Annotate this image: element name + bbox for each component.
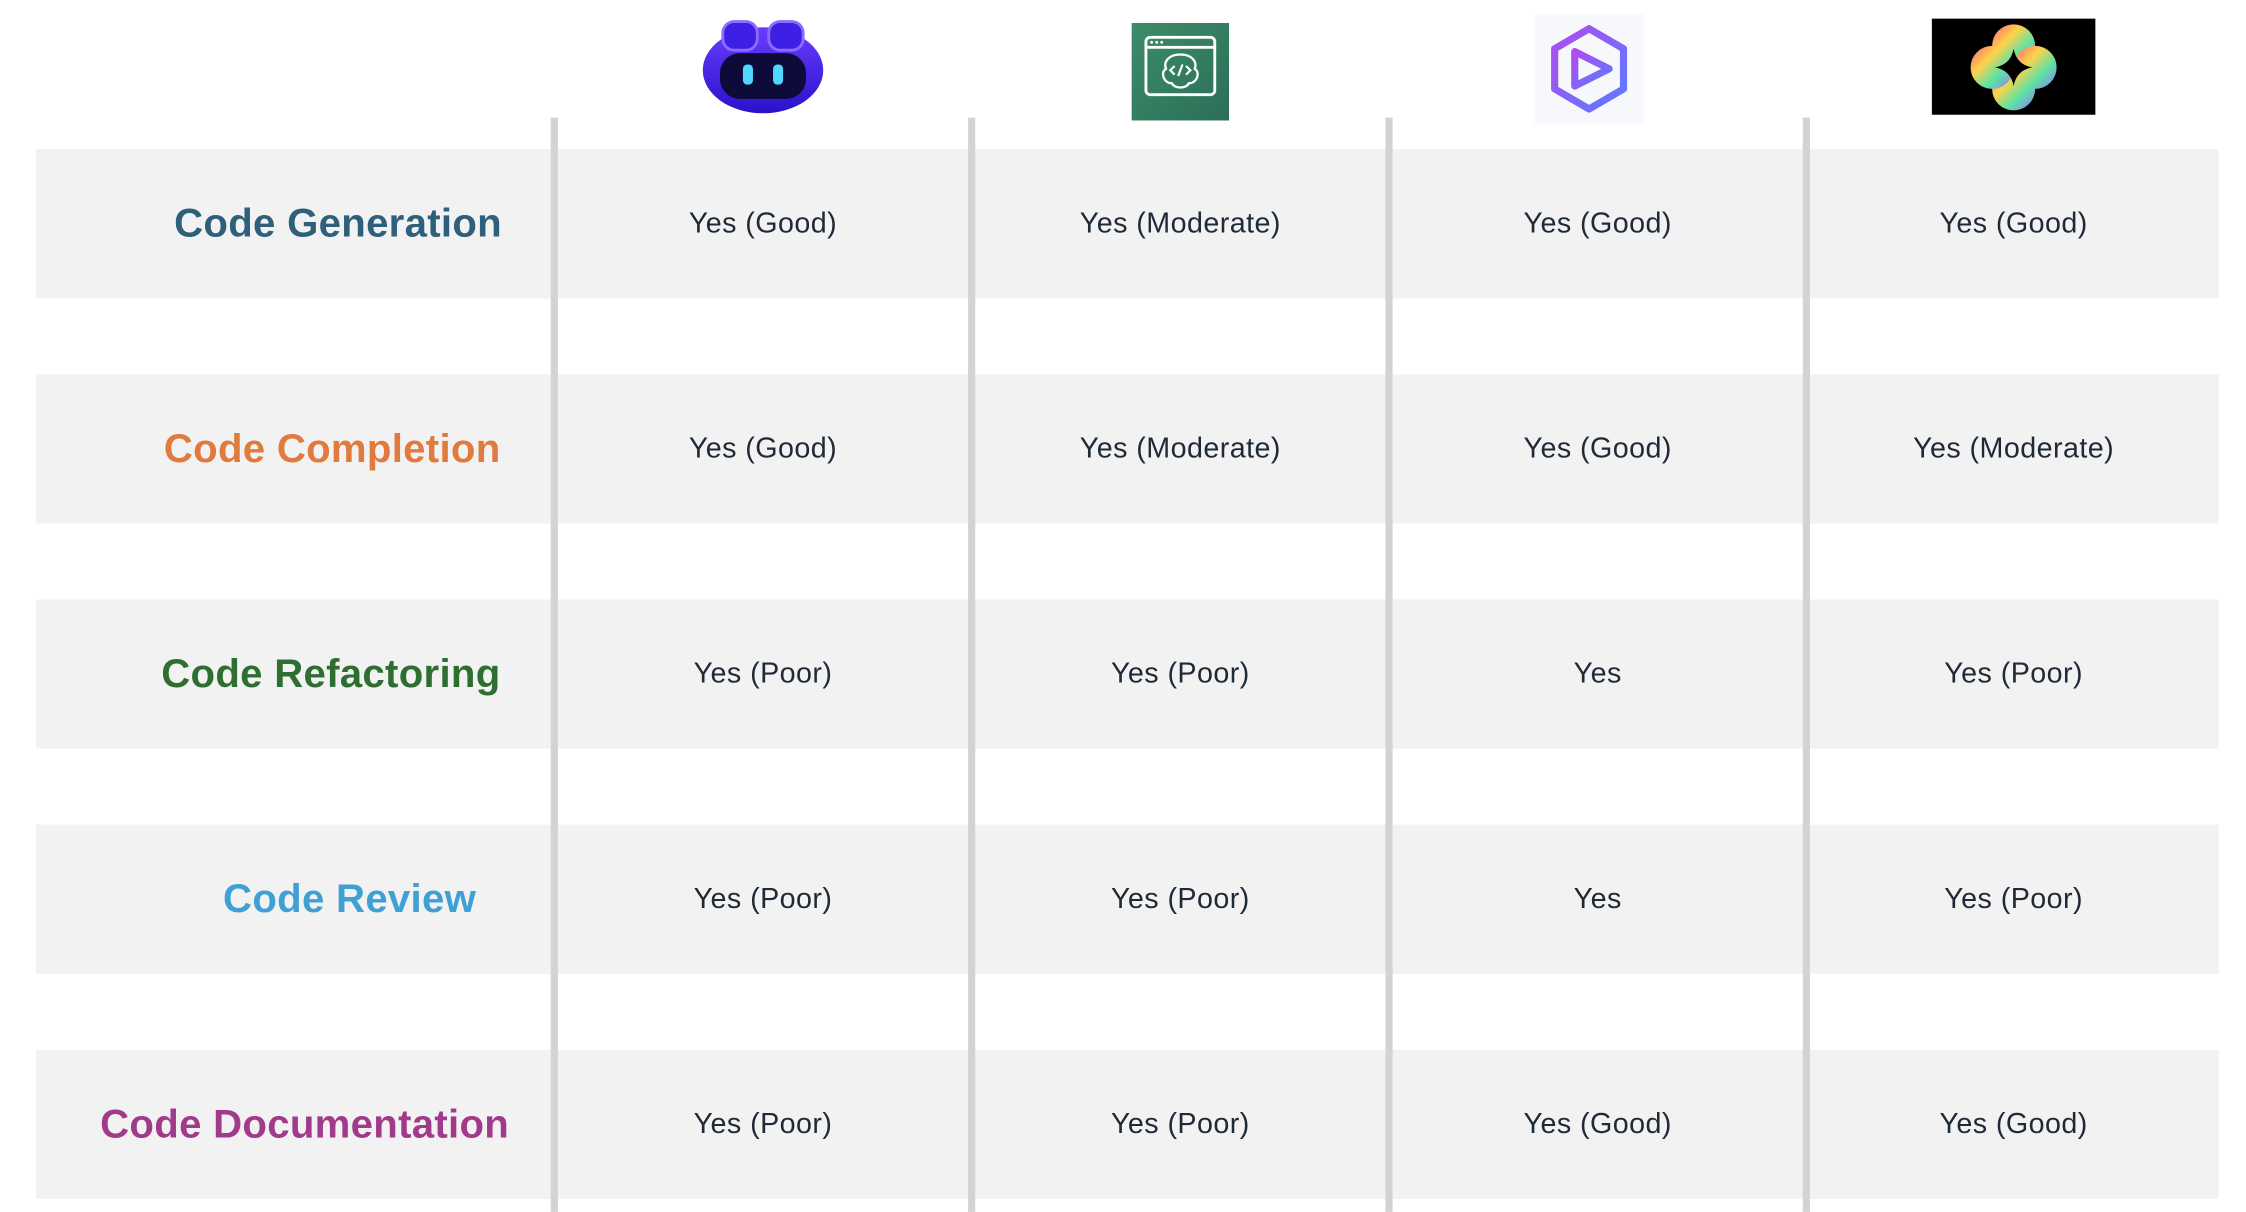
table-cell: Yes (Good): [1523, 432, 1672, 464]
table-cell: Yes (Moderate): [1913, 432, 2115, 464]
column-divider: [1385, 117, 1393, 1212]
column-divider: [1802, 117, 1810, 1212]
row-label-code-refactoring: Code Refactoring: [161, 651, 501, 696]
table-cell: Yes (Poor): [1110, 657, 1250, 690]
table-cell: Yes (Poor): [693, 882, 833, 915]
row-label-code-review: Code Review: [223, 876, 477, 921]
table-cell: Yes (Poor): [1944, 882, 2083, 915]
table-cell: Yes (Poor): [693, 657, 833, 690]
column-divider: [550, 117, 558, 1212]
table-cell: Yes (Poor): [1110, 882, 1250, 915]
table-cell: Yes: [1573, 882, 1622, 915]
column-divider: [968, 117, 976, 1212]
table-cell: Yes (Good): [1523, 1107, 1672, 1140]
table-cell: Yes (Good): [1939, 207, 2088, 239]
hexagon-play-icon: [1534, 14, 1644, 124]
table-cell: Yes (Moderate): [1079, 207, 1281, 239]
table-cell: Yes (Good): [1939, 1107, 2088, 1140]
table-cell: Yes (Poor): [1944, 657, 2083, 690]
row-label-code-generation: Code Generation: [174, 200, 502, 246]
copilot-robot-icon: [698, 14, 827, 117]
table-cell: Yes (Good): [1523, 207, 1672, 239]
row-label-code-documentation: Code Documentation: [100, 1101, 510, 1146]
gradient-sparkle-icon: [1931, 18, 2096, 115]
row-label-code-completion: Code Completion: [163, 425, 501, 471]
code-window-brain-icon: [1130, 22, 1230, 122]
table-cell: Yes (Poor): [693, 1107, 833, 1140]
table-cell: Yes (Poor): [1110, 1107, 1250, 1140]
table-cell: Yes (Good): [688, 432, 838, 464]
comparison-table: Code Generation Code Completion Code Ref…: [0, 0, 2246, 1212]
table-cell: Yes (Moderate): [1079, 432, 1281, 464]
table-cell: Yes (Good): [688, 207, 838, 239]
table-cell: Yes: [1573, 657, 1622, 690]
